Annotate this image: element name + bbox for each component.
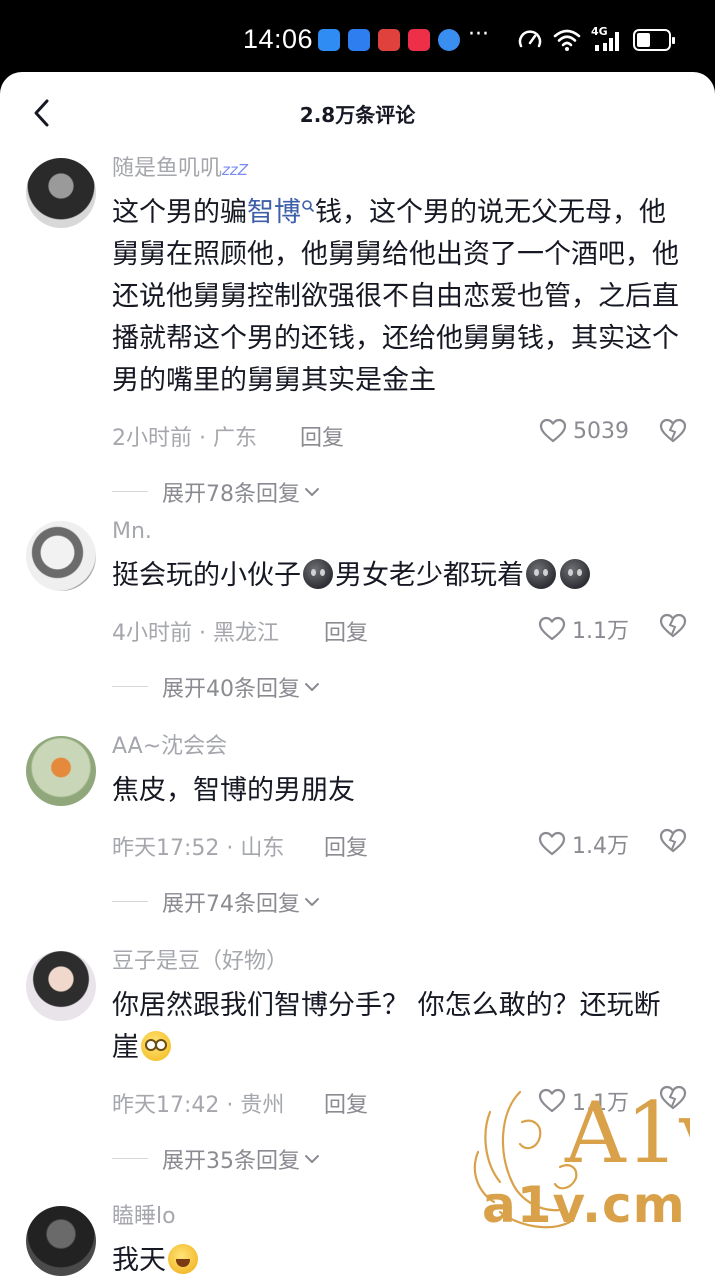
wifi-icon [553, 29, 581, 51]
search-icon [302, 200, 315, 213]
avatar[interactable] [26, 158, 96, 228]
browser-app-icon [438, 29, 460, 51]
watermark-site: a1v.cm [482, 1176, 686, 1234]
chevron-down-icon [305, 1155, 319, 1163]
expand-replies-button[interactable]: 展开74条回复 [162, 886, 320, 918]
comments-header: 2.8万条评论 [0, 72, 715, 154]
huawei-app-icon [378, 29, 400, 51]
expand-replies-label[interactable]: 展开78条回复 [162, 476, 300, 508]
reply-button[interactable]: 回复 [324, 1087, 368, 1119]
expand-replies: 展开40条回复 [112, 665, 687, 709]
reply-button[interactable]: 回复 [324, 615, 368, 647]
comment-text-segment: 我天 [112, 1245, 166, 1276]
comment-meta: 2小时前 · 广东 回复 5039 [112, 414, 687, 454]
status-right-icons: 4G [517, 25, 675, 54]
dark-face-emoji-icon [303, 559, 333, 589]
time-location: 昨天17:52 · 山东 [112, 836, 285, 861]
like-count: 1.1万 [572, 619, 629, 644]
more-notifications-icon: ··· [468, 22, 489, 47]
heart-icon [539, 418, 567, 443]
expand-replies-label[interactable]: 展开74条回复 [162, 886, 300, 918]
dislike-icon[interactable] [659, 828, 687, 854]
comment-text-segment: 挺会玩的小伙子 [112, 560, 301, 591]
username-text[interactable]: 豆子是豆（好物） [112, 949, 288, 974]
divider [112, 686, 148, 687]
comment-text-segment: 这个男的骗 [112, 197, 247, 228]
like-count: 5039 [573, 418, 629, 444]
expand-replies: 展开74条回复 [112, 880, 687, 924]
like-button[interactable]: 1.1万 [538, 613, 629, 645]
comment-username[interactable]: Mn. [112, 517, 687, 547]
battery-icon [633, 29, 675, 51]
like-count: 1.4万 [572, 834, 629, 859]
status-bar: 14:06 ··· 4G [0, 0, 715, 78]
dark-face-emoji-icon [560, 559, 590, 589]
sleep-badge-icon: zzZ [222, 161, 249, 179]
username-text[interactable]: 瞌睡lo [112, 1204, 176, 1229]
time-location: 昨天17:42 · 贵州 [112, 1093, 285, 1118]
xiaohongshu-app-icon [408, 29, 430, 51]
username-text[interactable]: Mn. [112, 519, 152, 544]
comment-text: 挺会玩的小伙子 男女老少都玩着 [112, 555, 687, 597]
username-text[interactable]: 随是鱼叽叽 [112, 156, 222, 181]
like-button[interactable]: 1.4万 [538, 828, 629, 860]
dislike-icon[interactable] [659, 613, 687, 639]
divider [112, 1158, 148, 1159]
comment-meta: 4小时前 · 黑龙江 回复 1.1万 [112, 609, 687, 649]
comments-sheet: 2.8万条评论 随是鱼叽叽zzZ 这个男的骗智博 钱，这个男的说无父无母，他舅舅在… [0, 72, 715, 1280]
expand-replies-label[interactable]: 展开35条回复 [162, 1143, 300, 1175]
comment-count-title: 2.8万条评论 [299, 103, 416, 127]
dark-face-emoji-icon [526, 559, 556, 589]
expand-replies-label[interactable]: 展开40条回复 [162, 671, 300, 703]
flushed-face-emoji-icon [141, 1031, 171, 1061]
expand-replies-button[interactable]: 展开35条回复 [162, 1143, 320, 1175]
time-location: 2小时前 · 广东 [112, 426, 257, 451]
reply-button[interactable]: 回复 [300, 420, 344, 452]
watermark-monogram: A1v [564, 1084, 690, 1182]
messenger-app-icon [318, 29, 340, 51]
time-location: 4小时前 · 黑龙江 [112, 621, 279, 646]
expand-replies-button[interactable]: 展开40条回复 [162, 671, 320, 703]
avatar[interactable] [26, 521, 96, 591]
heart-icon [538, 831, 566, 856]
heart-icon [538, 616, 566, 641]
comment-username[interactable]: 随是鱼叽叽zzZ [112, 154, 687, 184]
comment-username[interactable]: AA~沈会会 [112, 732, 687, 762]
comment-text: 焦皮，智博的男朋友 [112, 770, 687, 812]
chevron-down-icon [305, 683, 319, 691]
dislike-icon[interactable] [659, 418, 687, 444]
mention-text[interactable]: 智博 [247, 197, 301, 228]
avatar[interactable] [26, 1206, 96, 1276]
avatar[interactable] [26, 736, 96, 806]
avatar[interactable] [26, 951, 96, 1021]
cellular-signal-icon: 4G [591, 25, 623, 53]
like-button[interactable]: 5039 [539, 418, 629, 444]
mention-link[interactable]: 智博 [247, 197, 315, 228]
expand-replies: 展开78条回复 [112, 470, 687, 514]
speed-gauge-icon [518, 30, 542, 48]
chevron-down-icon [305, 488, 319, 496]
comment-username[interactable]: 豆子是豆（好物） [112, 947, 687, 977]
comment-text: 这个男的骗智博 钱，这个男的说无父无母，他舅舅在照顾他，他舅舅给他出资了一个酒吧，… [112, 192, 687, 402]
comment-text-segment: 男女老少都玩着 [335, 560, 524, 591]
comment-meta: 昨天17:52 · 山东 回复 1.4万 [112, 824, 687, 864]
shield-app-icon [348, 29, 370, 51]
expand-replies-button[interactable]: 展开78条回复 [162, 476, 320, 508]
chevron-down-icon [305, 898, 319, 906]
username-text[interactable]: AA~沈会会 [112, 734, 227, 759]
laughing-face-emoji-icon [168, 1244, 198, 1274]
comment-text-segment: 焦皮，智博的男朋友 [112, 775, 355, 806]
reply-button[interactable]: 回复 [324, 830, 368, 862]
status-time: 14:06 [243, 24, 314, 54]
divider [112, 491, 148, 492]
divider [112, 901, 148, 902]
